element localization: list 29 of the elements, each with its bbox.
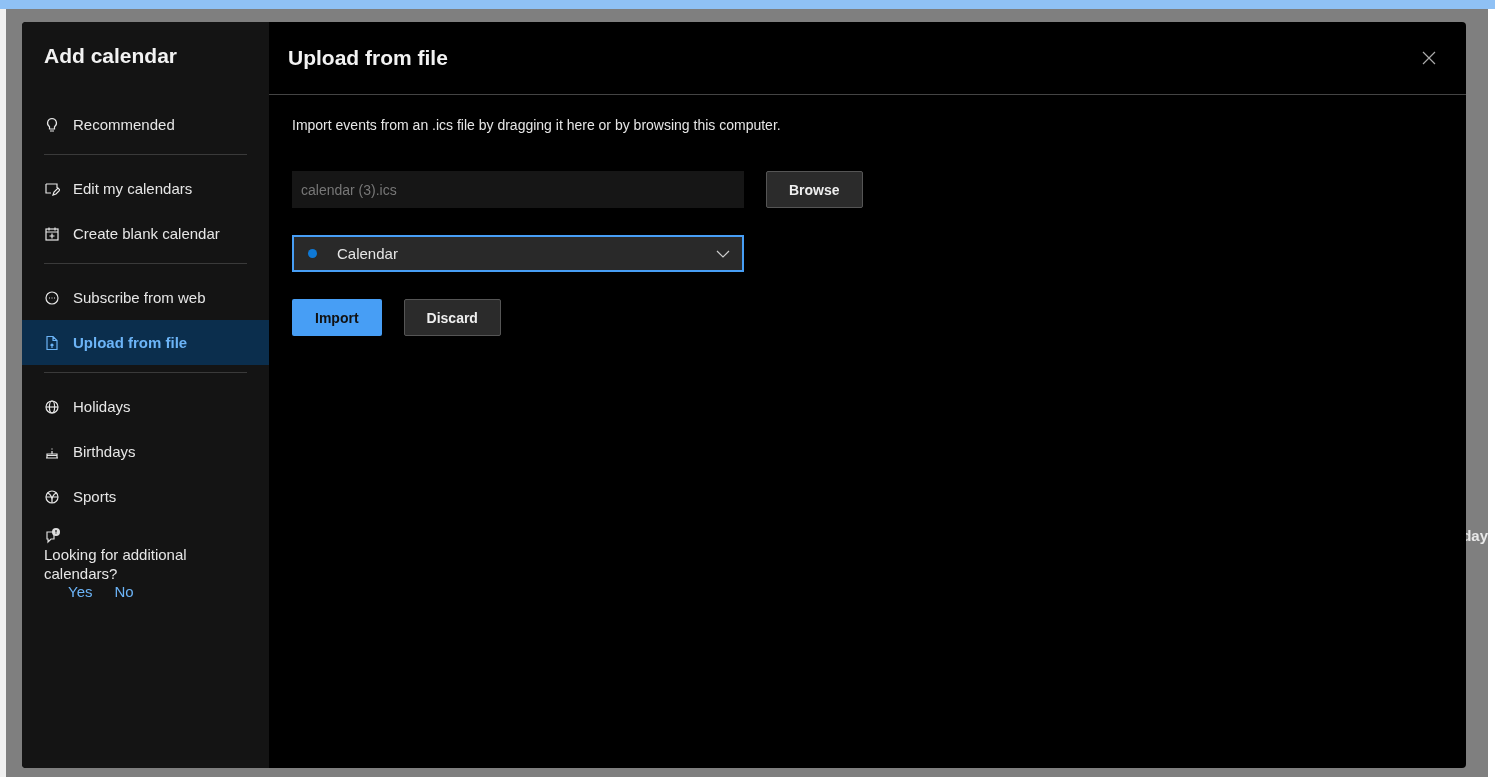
globe-icon: [44, 398, 60, 415]
sidebar-item[interactable]: Recommended: [22, 102, 269, 147]
browse-button[interactable]: Browse: [766, 171, 863, 208]
description-text: Import events from an .ics file by dragging it here or by browsing this computer.: [292, 117, 782, 135]
sidebar-item[interactable]: Subscribe from web: [22, 275, 269, 320]
calendar-dropdown[interactable]: Calendar: [292, 235, 744, 272]
chevron-down-icon: [716, 249, 730, 258]
ball-icon: [44, 488, 60, 505]
panel-title: Upload from file: [288, 46, 448, 70]
feedback-icon: [44, 527, 62, 545]
edit-icon: [44, 180, 60, 197]
file-icon: [44, 334, 60, 351]
dialog-title: Add calendar: [43, 43, 179, 69]
sidebar-item[interactable]: Holidays: [22, 384, 269, 429]
sidebar-item[interactable]: Upload from file: [22, 320, 269, 365]
import-button[interactable]: Import: [292, 299, 382, 336]
lightbulb-icon: [44, 116, 60, 133]
circle-dots-icon: [44, 289, 60, 306]
sidebar-item[interactable]: Birthdays: [22, 429, 269, 474]
close-icon[interactable]: [1422, 51, 1436, 65]
discard-button[interactable]: Discard: [403, 299, 501, 336]
sidebar-item[interactable]: Edit my calendars: [22, 166, 269, 211]
feedback-question: Looking for additional calendars?: [44, 545, 188, 583]
sidebar-item[interactable]: Create blank calendar: [22, 211, 269, 256]
answer-link[interactable]: Yes: [68, 583, 93, 600]
sidebar-item[interactable]: Sports: [22, 474, 269, 519]
file-name-field[interactable]: calendar (3).ics: [292, 171, 744, 208]
calendar-add-icon: [44, 225, 60, 242]
answer-link[interactable]: No: [114, 583, 134, 600]
